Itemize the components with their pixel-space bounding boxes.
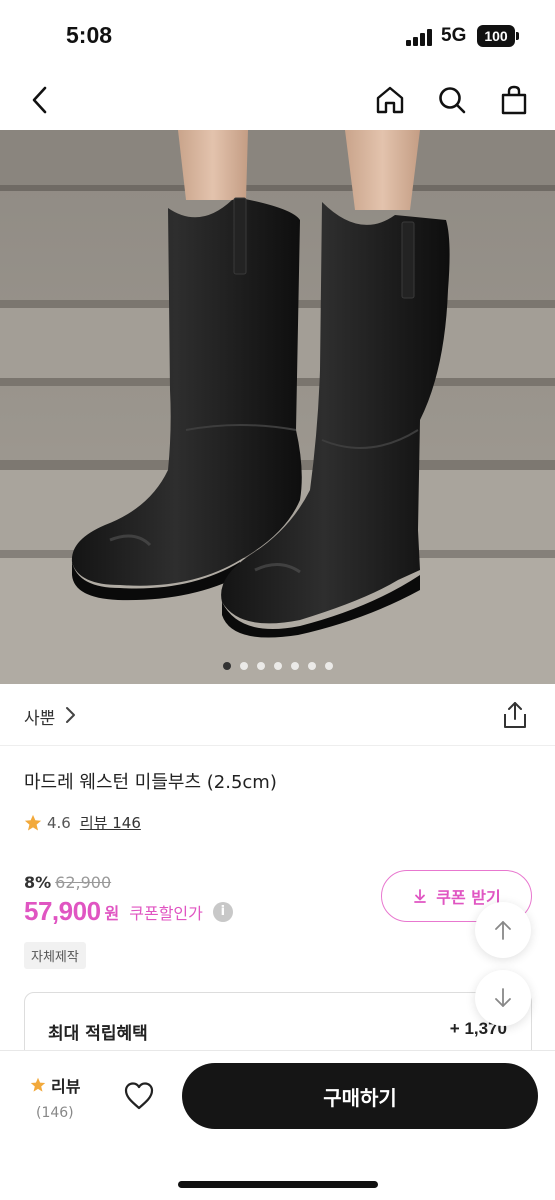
review-summary-count: (146) [36, 1105, 74, 1121]
heart-icon [124, 1082, 154, 1110]
product-title: 마드레 웨스턴 미들부츠 (2.5cm) [24, 772, 277, 793]
battery-nub [516, 32, 519, 40]
review-count-link[interactable]: 리뷰 146 [80, 812, 141, 833]
coupon-price-label: 쿠폰할인가 [129, 903, 203, 923]
star-icon [30, 1077, 46, 1092]
review-summary-label: 리뷰 [51, 1077, 81, 1096]
currency-label: 원 [104, 903, 120, 923]
home-icon [376, 86, 404, 114]
battery-icon: 100 [477, 25, 515, 47]
product-tag: 자체제작 [24, 942, 86, 969]
carousel-dot[interactable] [273, 662, 282, 670]
back-button[interactable] [20, 80, 60, 120]
info-icon[interactable]: i [212, 901, 233, 922]
rating-value: 4.6 [47, 813, 71, 832]
brand-row[interactable]: 사뿐 [0, 684, 555, 746]
arrow-down-icon [495, 988, 511, 1007]
status-time: 5:08 [66, 22, 113, 48]
benefit-label: 최대 적립혜택 [48, 1024, 148, 1044]
carousel-dot[interactable] [324, 662, 333, 670]
top-nav [0, 70, 555, 130]
brand-name[interactable]: 사뿐 [24, 704, 55, 729]
rating-row: 4.6 리뷰 146 [24, 812, 141, 833]
share-icon [504, 702, 526, 728]
sale-price: 57,900 [24, 896, 101, 926]
arrow-up-icon [495, 921, 511, 940]
chevron-right-icon [66, 707, 75, 723]
search-icon [439, 87, 466, 114]
network-type: 5G [441, 25, 467, 46]
discount-rate: 8% [24, 873, 52, 892]
product-photo-boots [0, 130, 555, 684]
cart-button[interactable] [494, 80, 534, 120]
buy-button[interactable]: 구매하기 [182, 1063, 538, 1129]
scroll-down-button[interactable] [475, 970, 531, 1026]
carousel-dot[interactable] [239, 662, 248, 670]
review-summary[interactable]: 리뷰 (146) [30, 1073, 80, 1121]
review-summary-top: 리뷰 [30, 1073, 80, 1097]
carousel-dot[interactable] [290, 662, 299, 670]
home-button[interactable] [370, 80, 410, 120]
carousel-dot[interactable] [256, 662, 265, 670]
product-detail-page: 5:08 5G 100 사뿐 마드레 웨스턴 미들부츠 (2.5cm) 4.6 … [0, 0, 555, 1200]
star-icon [24, 814, 42, 830]
chevron-left-icon [32, 86, 47, 114]
price-row: 57,900 원 쿠폰할인가 i [24, 896, 233, 927]
scroll-up-button[interactable] [475, 902, 531, 958]
wishlist-button[interactable] [122, 1079, 156, 1113]
original-price: 62,900 [55, 873, 112, 892]
discount-row: 8% 62,900 [24, 873, 111, 892]
download-icon [414, 889, 427, 903]
carousel-dot[interactable] [307, 662, 316, 670]
share-button[interactable] [501, 700, 529, 730]
signal-icon [406, 29, 436, 46]
carousel-dot[interactable] [222, 662, 231, 670]
shopping-bag-icon [501, 85, 527, 115]
status-bar: 5:08 5G 100 [0, 0, 555, 70]
home-indicator [178, 1181, 378, 1188]
product-image-carousel[interactable] [0, 130, 555, 684]
carousel-dots [0, 662, 555, 670]
bottom-action-bar: 리뷰 (146) 구매하기 [0, 1050, 555, 1200]
search-button[interactable] [432, 80, 472, 120]
